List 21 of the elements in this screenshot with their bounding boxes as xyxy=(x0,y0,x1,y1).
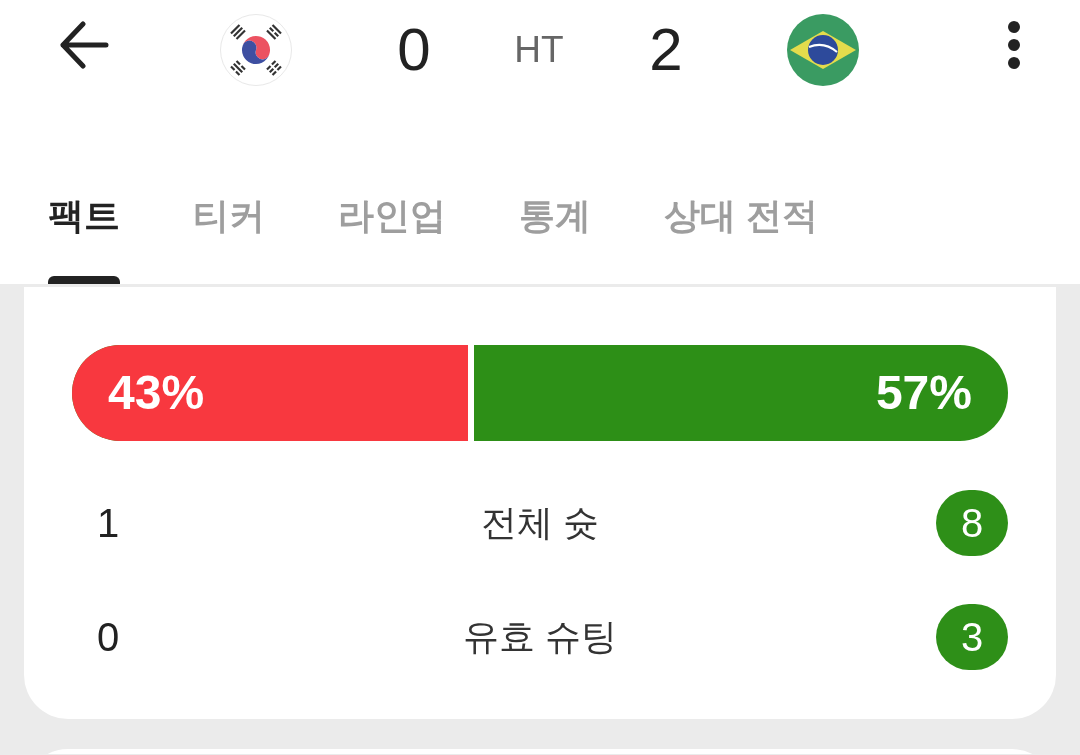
tab[interactable]: 티커 xyxy=(193,100,265,284)
tab-indicator xyxy=(48,276,120,284)
stat-value: 8 xyxy=(936,490,1008,556)
tab[interactable]: 라인업 xyxy=(338,100,446,284)
tab[interactable]: 팩트 xyxy=(48,100,120,284)
back-arrow-icon xyxy=(59,21,109,69)
home-share-percent: 43% xyxy=(108,365,205,421)
tab[interactable]: 상대 전적 xyxy=(664,100,818,284)
stat-value: 3 xyxy=(936,604,1008,670)
stat-label: 유효 슈팅 xyxy=(462,615,618,659)
stat-value: 1 xyxy=(95,500,121,547)
stat-label: 전체 슛 xyxy=(480,501,600,545)
south-korea-flag-icon xyxy=(220,14,292,86)
stat-value: 0 xyxy=(95,614,121,661)
away-share-percent: 57% xyxy=(875,365,972,421)
tab[interactable]: 통계 xyxy=(519,100,591,284)
more-options-icon xyxy=(1008,21,1020,69)
match-status: HT xyxy=(514,28,564,72)
home-score: 0 xyxy=(397,15,431,85)
away-score: 2 xyxy=(649,15,683,85)
brazil-flag-icon xyxy=(787,14,859,86)
